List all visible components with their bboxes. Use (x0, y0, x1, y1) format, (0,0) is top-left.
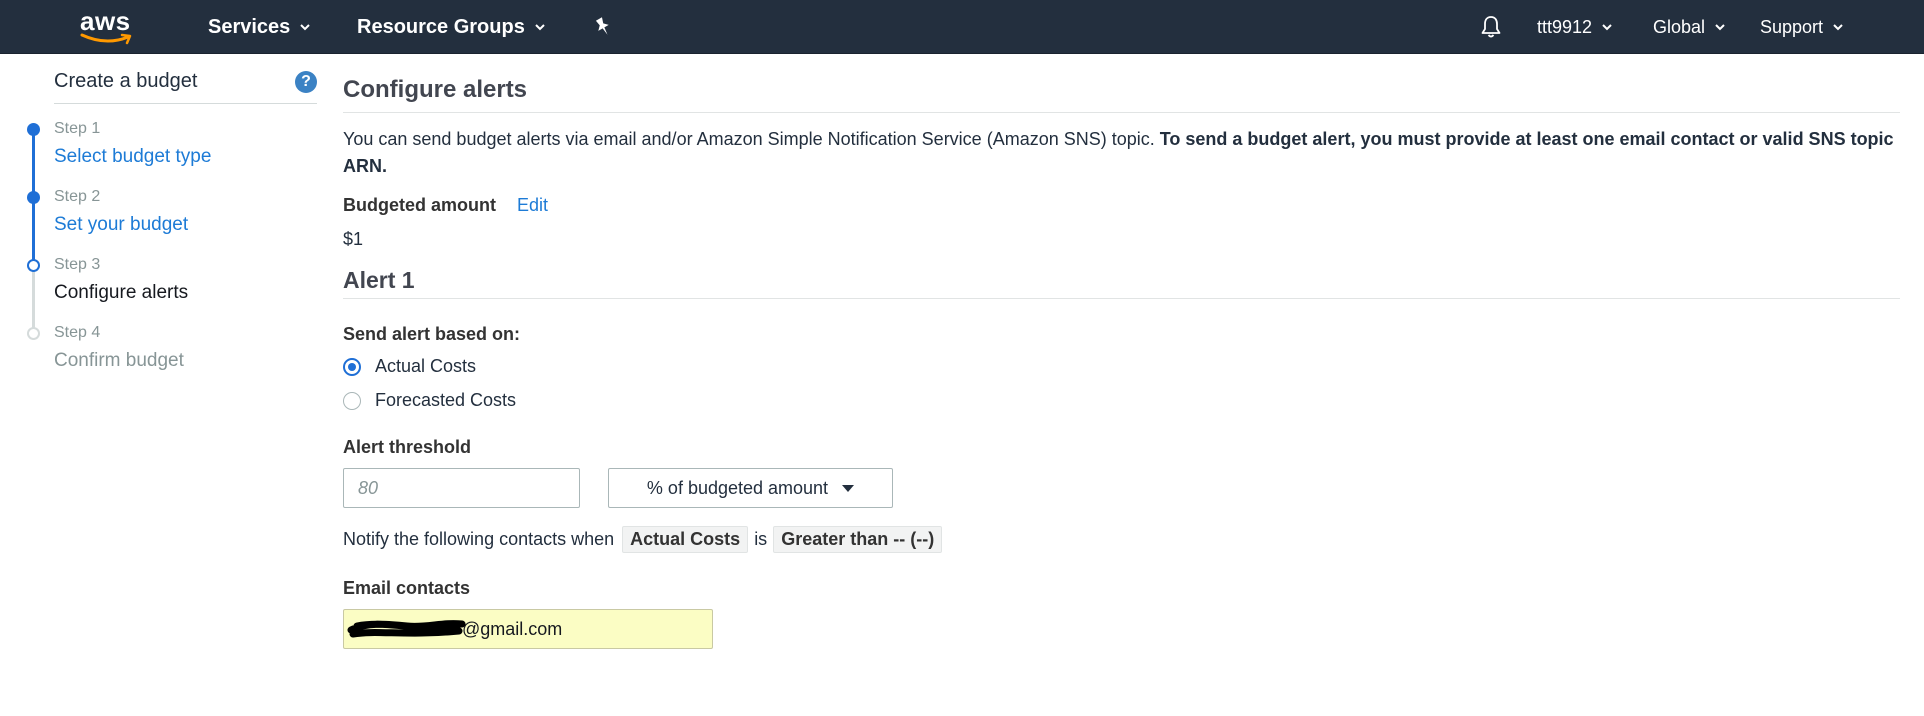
aws-smile-icon (80, 33, 132, 45)
step-2-link[interactable]: Set your budget (54, 214, 188, 236)
region-label: Global (1653, 16, 1706, 37)
forecasted-costs-option[interactable]: Forecasted Costs (343, 390, 516, 411)
threshold-unit-dropdown[interactable]: % of budgeted amount (608, 468, 893, 508)
aws-logo-text: aws (80, 6, 131, 36)
sidebar-divider (54, 103, 317, 104)
account-menu[interactable]: ttt9912 (1537, 0, 1612, 54)
step-progress-rail-pending (32, 266, 35, 334)
section-divider (343, 298, 1900, 299)
page-title: Configure alerts (343, 76, 528, 103)
step-4-indicator (27, 327, 40, 340)
chevron-down-icon (300, 24, 311, 31)
support-label: Support (1760, 16, 1824, 37)
region-menu[interactable]: Global (1653, 0, 1725, 54)
notify-prefix: Notify the following contacts when (343, 528, 615, 549)
alert-heading: Alert 1 (343, 267, 415, 293)
step-1-indicator (27, 123, 40, 136)
top-navigation-bar: aws Services Resource Groups ttt9912 Glo… (0, 0, 1924, 54)
step-3-current: Configure alerts (54, 282, 189, 303)
resource-groups-menu[interactable]: Resource Groups (357, 0, 545, 54)
alert-threshold-input[interactable] (343, 468, 580, 508)
account-name: ttt9912 (1537, 16, 1593, 37)
forecasted-costs-radio[interactable] (343, 391, 361, 410)
section-divider (343, 112, 1900, 113)
resource-groups-label: Resource Groups (357, 15, 525, 38)
actual-costs-label: Actual Costs (375, 356, 477, 376)
alert-threshold-label: Alert threshold (343, 437, 472, 457)
bell-icon[interactable] (1478, 14, 1504, 40)
support-menu[interactable]: Support (1760, 0, 1843, 54)
wizard-sidebar: Create a budget ? Step 1 Select budget t… (0, 54, 330, 716)
sidebar-title: Create a budget (54, 70, 198, 92)
step-4-number: Step 4 (54, 324, 101, 341)
notify-condition: Notify the following contacts when Actua… (343, 525, 948, 553)
services-menu[interactable]: Services (208, 0, 311, 54)
step-1-number: Step 1 (54, 120, 101, 137)
chevron-down-icon (1833, 24, 1843, 31)
intro-text: You can send budget alerts via email and… (343, 129, 1160, 149)
actual-costs-option[interactable]: Actual Costs (343, 356, 476, 377)
caret-down-icon (842, 484, 855, 492)
step-3-indicator (27, 259, 40, 272)
services-label: Services (208, 15, 291, 38)
threshold-unit-value: % of budgeted amount (646, 477, 829, 498)
cost-type-chip: Actual Costs (622, 525, 749, 553)
budgeted-amount-label: Budgeted amount (343, 195, 496, 215)
chevron-down-icon (1715, 24, 1725, 31)
step-1-link[interactable]: Select budget type (54, 146, 211, 168)
budgeted-amount-value: $1 (343, 229, 364, 249)
intro-paragraph: You can send budget alerts via email and… (343, 126, 1903, 180)
pin-icon[interactable] (592, 16, 614, 38)
forecasted-costs-label: Forecasted Costs (375, 390, 517, 410)
chevron-down-icon (1602, 24, 1612, 31)
email-contacts-label: Email contacts (343, 578, 471, 598)
step-4-label: Confirm budget (54, 350, 184, 371)
step-2-number: Step 2 (54, 188, 101, 205)
step-2-indicator (27, 191, 40, 204)
notify-is: is (754, 528, 768, 549)
aws-logo[interactable]: aws (80, 8, 136, 46)
help-icon[interactable]: ? (295, 71, 317, 93)
send-alert-label: Send alert based on: (343, 324, 521, 344)
redaction-scribble (347, 620, 466, 638)
threshold-condition-chip: Greater than -- (--) (773, 525, 943, 553)
step-3-number: Step 3 (54, 256, 101, 273)
chevron-down-icon (535, 24, 545, 31)
edit-budget-link[interactable]: Edit (517, 195, 548, 216)
actual-costs-radio[interactable] (343, 357, 361, 376)
